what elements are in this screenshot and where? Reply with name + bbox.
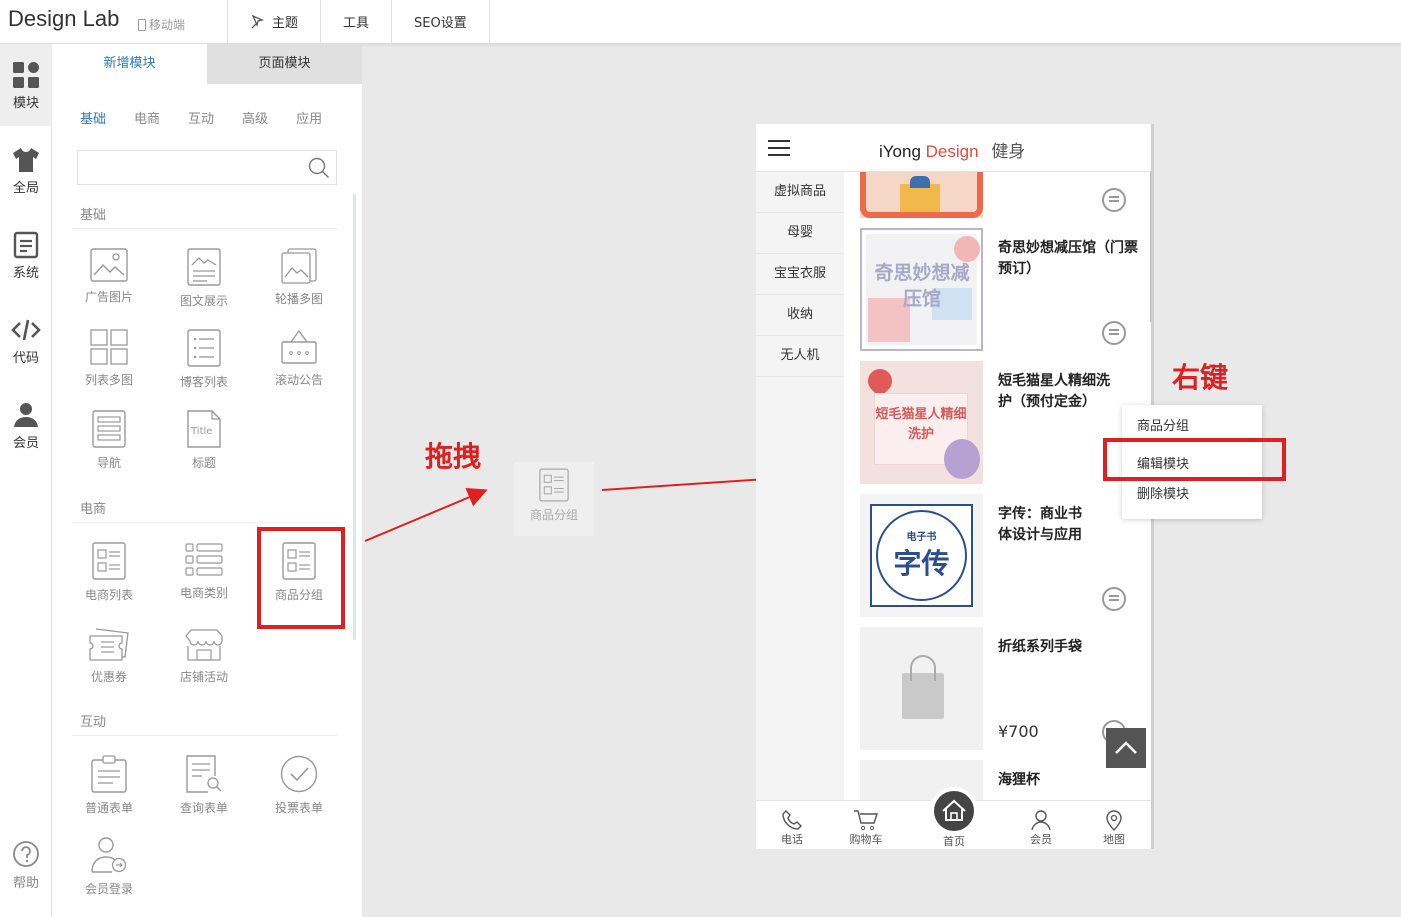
back-to-top-button[interactable] — [1106, 728, 1146, 768]
drag-annotation: 拖拽 — [425, 440, 482, 473]
cart-add-icon[interactable] — [1102, 587, 1126, 611]
product-name[interactable]: 折纸系列手袋 — [998, 637, 1148, 658]
product-image-text: 字传 — [893, 547, 950, 580]
product-image-text-small: 电子书 — [906, 532, 937, 543]
product-image[interactable]: 奇思妙想减压馆 — [860, 228, 983, 351]
footer-phone[interactable]: 电话 — [767, 809, 817, 847]
side-category[interactable]: 宝宝衣服 — [756, 254, 844, 295]
product-image-text: 短毛猫星人精细洗护 — [875, 407, 967, 442]
side-category[interactable]: 无人机 — [756, 336, 844, 377]
phone-preview: iYong Design 健身 虚拟商品 母婴 宝宝衣服 收纳 无人机 奇思妙想… — [756, 124, 1154, 849]
drag-ghost: 商品分组 — [514, 462, 594, 536]
shopping-cart-icon — [854, 810, 878, 831]
category-sidebar: 虚拟商品 母婴 宝宝衣服 收纳 无人机 — [756, 172, 844, 802]
highlight-edit-module — [1103, 438, 1286, 481]
cart-add-icon[interactable] — [1102, 321, 1126, 345]
home-icon — [942, 799, 966, 821]
side-category[interactable]: 虚拟商品 — [756, 172, 844, 213]
product-price: ¥700 — [998, 722, 1039, 741]
product-group-icon — [539, 468, 569, 502]
footer-label: 购物车 — [849, 833, 883, 846]
product-image[interactable] — [860, 172, 983, 218]
product-name[interactable]: 字传：商业书体设计与应用 — [998, 504, 1093, 546]
drag-ghost-label: 商品分组 — [529, 508, 578, 522]
phone-footer-nav: 电话 购物车 首页 会员 地图 — [756, 787, 1151, 849]
user-icon — [1031, 810, 1051, 831]
brand-title: iYong Design 健身 — [879, 137, 1025, 162]
footer-home-button[interactable] — [930, 787, 978, 835]
product-name[interactable]: 短毛猫星人精细洗护（预付定金） — [998, 371, 1118, 413]
brand-part-3: 健身 — [991, 142, 1026, 161]
right-click-annotation: 右键 — [1172, 361, 1229, 394]
product-name[interactable]: 奇思妙想减压馆（门票预订） — [998, 238, 1148, 280]
chevron-up-icon — [1115, 741, 1137, 754]
ctx-item-product-group[interactable]: 商品分组 — [1137, 415, 1189, 434]
footer-home-label-wrap[interactable]: 首页 — [929, 833, 979, 849]
side-category[interactable]: 母婴 — [756, 213, 844, 254]
footer-map[interactable]: 地图 — [1089, 809, 1139, 847]
brand-part-1: iYong — [879, 142, 921, 161]
footer-label: 电话 — [781, 833, 803, 846]
product-image[interactable]: 电子书 字传 — [860, 494, 983, 617]
phone-call-icon — [782, 810, 802, 830]
ctx-item-delete-module[interactable]: 删除模块 — [1137, 483, 1189, 502]
footer-cart[interactable]: 购物车 — [841, 809, 891, 847]
product-name[interactable]: 海狸杯 — [998, 770, 1148, 791]
menu-icon[interactable] — [768, 140, 790, 156]
phone-header: iYong Design 健身 — [756, 124, 1151, 172]
phone-scrollbar[interactable] — [1150, 172, 1151, 322]
product-image[interactable] — [860, 627, 983, 750]
map-pin-icon — [1106, 810, 1122, 831]
footer-label: 地图 — [1103, 833, 1125, 846]
drag-arrow — [364, 487, 488, 542]
footer-label: 会员 — [1030, 833, 1052, 846]
footer-label: 首页 — [943, 835, 965, 848]
brand-part-2: Design — [925, 142, 979, 161]
product-image[interactable]: 短毛猫星人精细洗护 — [860, 361, 983, 484]
product-image-text: 奇思妙想减压馆 — [874, 262, 970, 310]
side-category[interactable]: 收纳 — [756, 295, 844, 336]
cart-add-icon[interactable] — [1102, 188, 1126, 212]
footer-member[interactable]: 会员 — [1016, 809, 1066, 847]
